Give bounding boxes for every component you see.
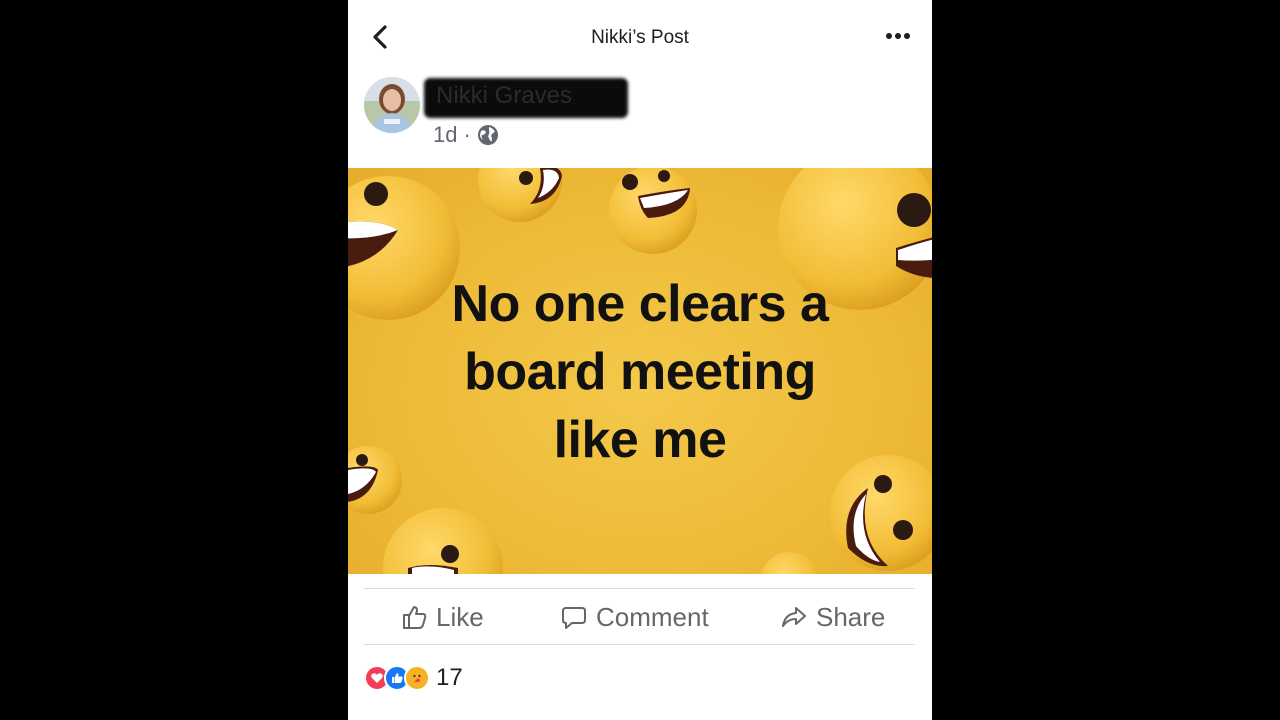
page-title: Nikki’s Post bbox=[591, 27, 689, 48]
author-name: Nikki Graves bbox=[436, 82, 573, 109]
care-reaction-icon bbox=[404, 665, 430, 691]
more-options-button[interactable] bbox=[884, 27, 912, 45]
emoji-partial bbox=[761, 552, 819, 574]
meta-separator: · bbox=[463, 122, 471, 147]
actions-top-divider bbox=[364, 588, 915, 589]
share-button[interactable]: Share bbox=[780, 600, 885, 634]
laughing-emoji bbox=[609, 168, 697, 254]
post-time: 1d bbox=[433, 122, 458, 147]
back-button[interactable] bbox=[370, 24, 392, 50]
laughing-emoji bbox=[478, 168, 562, 222]
share-label: Share bbox=[816, 601, 886, 632]
more-horizontal-icon bbox=[886, 33, 910, 39]
globe-icon bbox=[477, 125, 498, 145]
post-image-text-line: board meeting bbox=[464, 343, 816, 401]
author-name-block[interactable]: Nikki Graves bbox=[424, 76, 628, 118]
laughing-emoji bbox=[383, 508, 503, 574]
post-image-text-line: No one clears a bbox=[451, 275, 829, 333]
like-button[interactable]: Like bbox=[400, 600, 484, 634]
author-photo bbox=[364, 77, 420, 133]
like-label: Like bbox=[436, 601, 484, 632]
post-image-text: No one clears a board meeting like me bbox=[348, 270, 932, 474]
avatar[interactable] bbox=[364, 77, 420, 133]
actions-bottom-divider bbox=[364, 644, 915, 645]
post-meta: 1d · bbox=[433, 122, 499, 148]
share-icon bbox=[782, 607, 806, 627]
comment-label: Comment bbox=[596, 601, 709, 632]
chevron-left-icon bbox=[373, 25, 387, 49]
thumbs-up-icon bbox=[403, 606, 427, 629]
post-image-text-line: like me bbox=[553, 411, 727, 469]
reaction-count: 17 bbox=[436, 664, 463, 691]
reaction-summary[interactable]: 17 bbox=[364, 664, 463, 692]
comment-button[interactable]: Comment bbox=[560, 600, 709, 634]
comment-icon bbox=[562, 607, 586, 629]
post-image[interactable]: No one clears a board meeting like me bbox=[348, 168, 932, 574]
